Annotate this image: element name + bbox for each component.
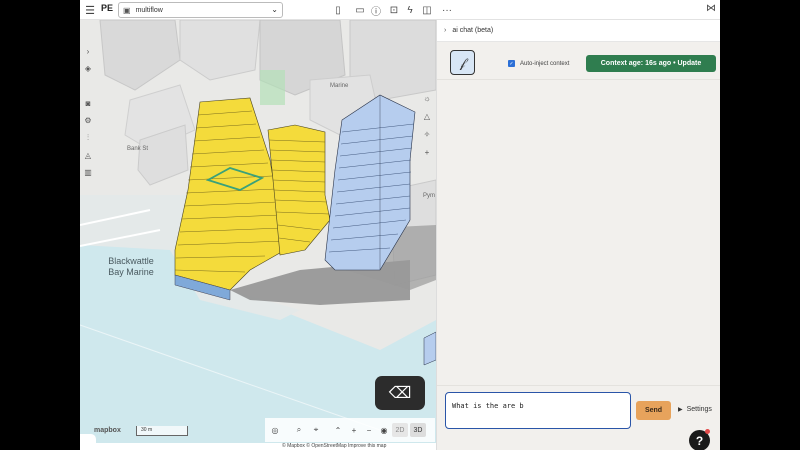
map-left-toolbar: › ◈ ◙ ⚙ ⫶ ◬ ▥: [80, 45, 96, 177]
view-3d-button[interactable]: 3D: [410, 423, 426, 437]
context-age-button[interactable]: Context age: 16s ago • Update: [586, 55, 716, 72]
sliders-icon[interactable]: ⫶: [87, 133, 89, 143]
gear-icon[interactable]: ⚙: [84, 116, 91, 125]
sparkle-icon[interactable]: ✧: [424, 130, 431, 139]
auto-inject-checkbox[interactable]: ✓ Auto-inject context: [508, 60, 569, 67]
locate-icon[interactable]: ◉: [376, 422, 392, 438]
map-view[interactable]: Bank St Pym Marine Blackwattle Bay Marin…: [80, 20, 436, 443]
paint-icon[interactable]: ◬: [85, 151, 91, 160]
document-icon[interactable]: ▯: [332, 3, 344, 17]
checkbox-checked-icon[interactable]: ✓: [508, 60, 515, 67]
book-icon[interactable]: ▥: [84, 168, 92, 177]
plus-icon[interactable]: +: [425, 148, 430, 157]
chat-input[interactable]: What is the are b: [445, 392, 631, 429]
settings-toggle[interactable]: ▶ Settings: [678, 406, 712, 413]
chat-context-bar: 𝒻 ✓ Auto-inject context Context age: 16s…: [437, 42, 720, 80]
mapbox-logo: mapbox: [94, 427, 121, 434]
zoom-out-icon[interactable]: −: [362, 422, 376, 438]
ai-chat-panel: › ai chat (beta) 𝒻 ✓ Auto-inject context…: [436, 20, 720, 450]
scale-bar: 30 m: [136, 426, 188, 436]
map-bottom-toolbar: ◎ ⌕ ⌖ ⌃ + − ◉ 2D 3D: [265, 418, 435, 442]
map-attribution[interactable]: © Mapbox © OpenStreetMap Improve this ma…: [282, 443, 386, 449]
chat-input-area: What is the are b Send ▶ Settings ?: [437, 385, 720, 450]
layers-icon[interactable]: ◈: [85, 64, 91, 73]
project-name: multiflow: [135, 6, 163, 14]
panel-edge-tab[interactable]: [80, 434, 96, 443]
chevron-down-icon: ⌄: [271, 5, 278, 14]
settings-label: Settings: [686, 406, 712, 413]
search-icon[interactable]: ⌕: [290, 422, 308, 438]
assistant-avatar-icon: 𝒻: [450, 50, 475, 75]
share-icon[interactable]: ⋈: [706, 3, 716, 14]
camera-icon[interactable]: ◙: [86, 99, 91, 108]
street-label-pym: Pym: [423, 193, 435, 199]
app-logo: PE: [101, 3, 114, 13]
snapshot-icon[interactable]: ◎: [265, 422, 285, 438]
notification-dot: [705, 429, 710, 434]
cube-icon[interactable]: ◫: [421, 3, 433, 17]
backspace-button[interactable]: ⌫: [375, 376, 425, 410]
project-select[interactable]: ▣ multiflow ⌄: [118, 2, 283, 18]
top-toolbar: ☰ PE ▣ multiflow ⌄ ▯ ▭ ⓘ ⊡ ϟ ◫ ··· ⋈: [80, 0, 720, 20]
map-pin-icon[interactable]: ⌖: [308, 422, 324, 438]
more-icon[interactable]: ···: [437, 3, 457, 17]
lock-icon[interactable]: ⊡: [388, 3, 400, 17]
map-right-toolbar: ☼ △ ✧ +: [420, 94, 434, 157]
auto-inject-label: Auto-inject context: [520, 60, 570, 67]
view-2d-button[interactable]: 2D: [392, 423, 408, 437]
map-label-marine: Marine: [330, 83, 349, 89]
sun-icon[interactable]: ☼: [423, 94, 430, 103]
chat-title: ai chat (beta): [452, 27, 494, 34]
zoom-in-icon[interactable]: +: [346, 422, 362, 438]
compass-icon[interactable]: ⌃: [330, 422, 346, 438]
backspace-icon: ⌫: [388, 385, 412, 402]
triangle-icon[interactable]: △: [424, 112, 430, 121]
collapse-chevron-icon[interactable]: ›: [87, 47, 90, 56]
folder-icon: ▣: [123, 5, 131, 15]
chat-header[interactable]: › ai chat (beta): [437, 20, 720, 42]
chevron-right-icon: ›: [444, 27, 447, 34]
app-window: ☰ PE ▣ multiflow ⌄ ▯ ▭ ⓘ ⊡ ϟ ◫ ··· ⋈ Ban…: [80, 0, 720, 450]
menu-icon[interactable]: ☰: [84, 3, 96, 17]
comment-icon[interactable]: ▭: [354, 3, 366, 17]
send-button[interactable]: Send: [636, 401, 671, 420]
triangle-right-icon: ▶: [678, 407, 683, 413]
street-label-bank: Bank St: [127, 146, 149, 152]
info-icon[interactable]: ⓘ: [370, 3, 382, 18]
bolt-icon[interactable]: ϟ: [404, 3, 416, 17]
water-label: Blackwattle Bay Marine: [108, 256, 154, 277]
